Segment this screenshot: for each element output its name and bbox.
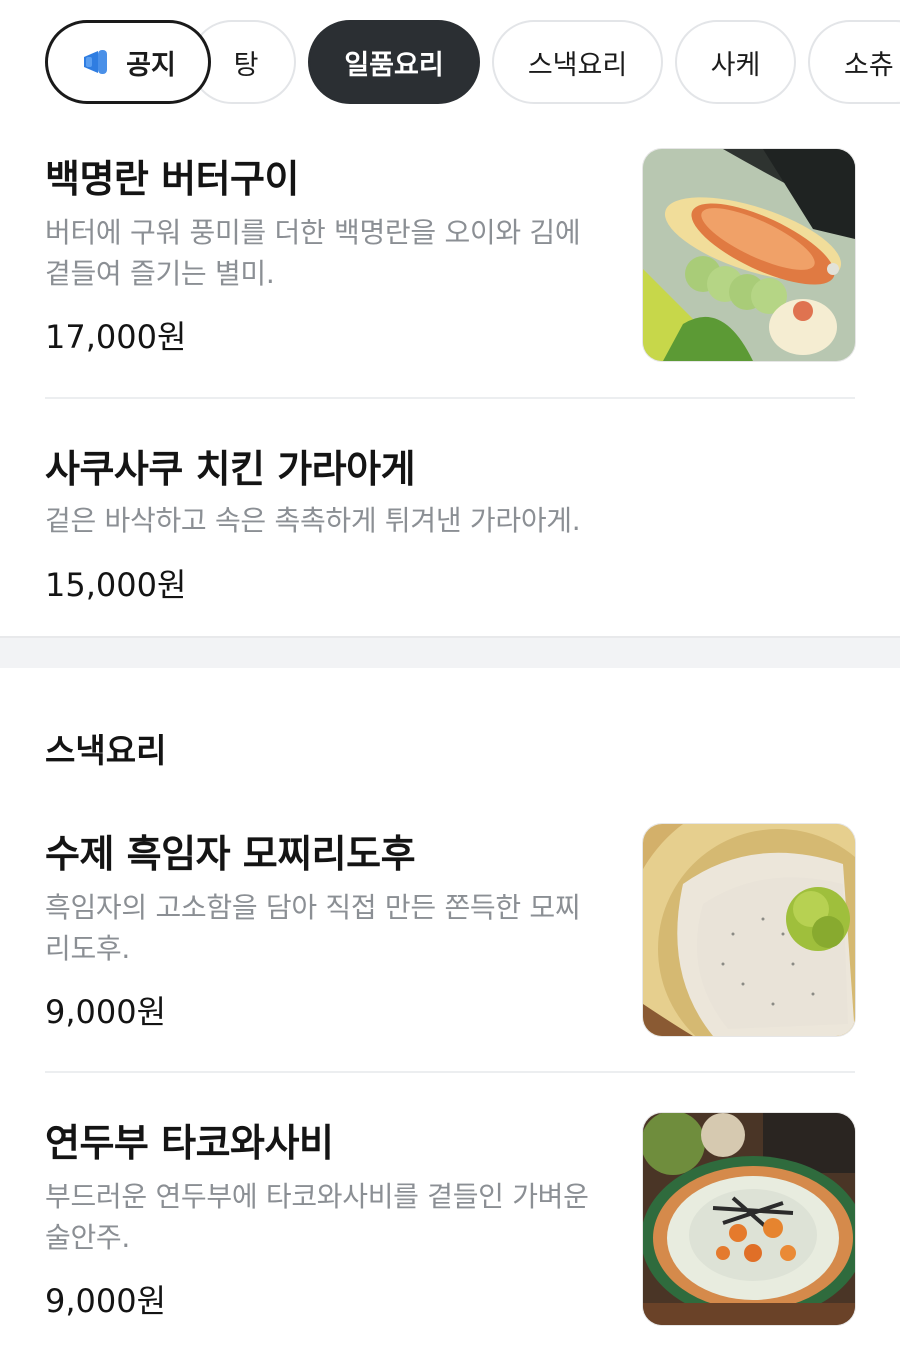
- tab-label: 일품요리: [344, 49, 444, 81]
- sesame-tofu-photo: [642, 823, 856, 1037]
- item-name: 사쿠사쿠 치킨 가라아게: [45, 447, 416, 491]
- tab-label: 공지: [126, 49, 176, 81]
- tofu-takowasabi-photo: [642, 1112, 856, 1326]
- tab-label: 사케: [710, 49, 761, 81]
- grilled-pollock-roe-photo: [642, 148, 856, 362]
- tab-notice[interactable]: 공지: [45, 20, 211, 104]
- item-price: 15,000원: [45, 566, 187, 604]
- menu-item[interactable]: 백명란 버터구이 버터에 구워 풍미를 더한 백명란을 오이와 김에 곁들여 즐…: [45, 140, 856, 380]
- category-tab-bar: 탕 공지 일품요리 스낵요리 사케 소츄: [0, 0, 900, 112]
- megaphone-icon: [84, 50, 108, 74]
- item-description: 흑임자의 고소함을 담아 직접 만든 쫀득한 모찌리도후.: [45, 891, 581, 965]
- menu-item[interactable]: 수제 흑임자 모찌리도후 흑임자의 고소함을 담아 직접 만든 쫀득한 모찌리도…: [45, 815, 856, 1055]
- tab-shochu[interactable]: 소츄: [808, 20, 900, 104]
- item-description: 버터에 구워 풍미를 더한 백명란을 오이와 김에 곁들여 즐기는 별미.: [45, 216, 581, 290]
- item-price: 17,000원: [45, 318, 187, 356]
- item-name: 연두부 타코와사비: [45, 1121, 334, 1165]
- section-separator: [0, 636, 900, 668]
- item-name: 수제 흑임자 모찌리도후: [45, 832, 416, 876]
- section-title: 스낵요리: [45, 731, 167, 770]
- item-divider: [45, 1071, 855, 1073]
- tab-label: 탕: [233, 49, 259, 81]
- menu-item[interactable]: 사쿠사쿠 치킨 가라아게 겉은 바삭하고 속은 촉촉하게 튀겨낸 가라아게. 1…: [45, 430, 855, 610]
- item-price: 9,000원: [45, 993, 167, 1031]
- tab-ilpum[interactable]: 일품요리: [308, 20, 480, 104]
- tab-snack[interactable]: 스낵요리: [492, 20, 663, 104]
- item-name: 백명란 버터구이: [45, 157, 299, 201]
- item-divider: [45, 397, 855, 399]
- item-description: 겉은 바삭하고 속은 촉촉하게 튀겨낸 가라아게.: [45, 504, 581, 537]
- item-description: 부드러운 연두부에 타코와사비를 곁들인 가벼운 술안주.: [45, 1180, 589, 1254]
- tab-label: 스낵요리: [527, 49, 628, 81]
- item-price: 9,000원: [45, 1282, 167, 1320]
- tab-label: 소츄: [844, 49, 894, 81]
- menu-item[interactable]: 연두부 타코와사비 부드러운 연두부에 타코와사비를 곁들인 가벼운 술안주. …: [45, 1104, 856, 1344]
- tab-sake[interactable]: 사케: [675, 20, 796, 104]
